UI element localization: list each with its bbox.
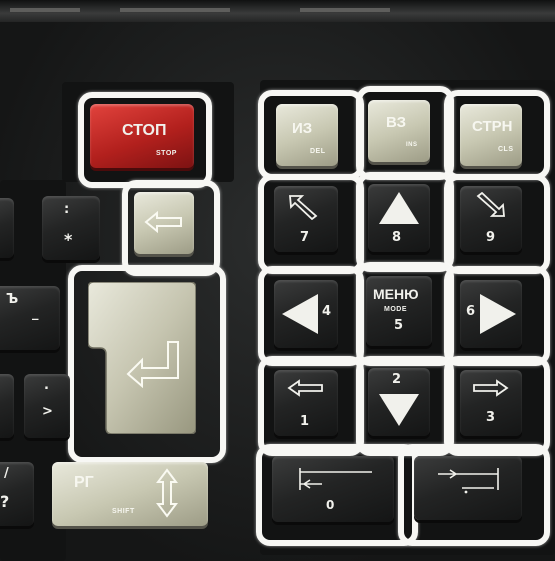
panel-vent-slot bbox=[300, 8, 390, 12]
numpad-9-digit: 9 bbox=[486, 230, 496, 245]
numpad-5-digit: 5 bbox=[394, 318, 404, 333]
numpad-5-label: МЕНЮ bbox=[373, 286, 419, 302]
panel-vent-slot bbox=[10, 8, 80, 12]
numpad-8-digit: 8 bbox=[392, 230, 402, 245]
enter-arrow-icon bbox=[124, 338, 188, 388]
hard-sign-underscore-key[interactable]: Ъ _ bbox=[0, 286, 60, 350]
period-greater-key-top: . bbox=[44, 378, 49, 393]
partial-key[interactable] bbox=[0, 198, 14, 258]
panel-vent-slot bbox=[120, 8, 230, 12]
shift-key-sublabel: SHIFT bbox=[112, 508, 135, 515]
cls-key-sublabel: CLS bbox=[498, 146, 514, 153]
stop-key-sublabel: STOP bbox=[156, 150, 177, 157]
colon-asterisk-key[interactable]: : * bbox=[42, 196, 100, 260]
partial-key[interactable] bbox=[0, 374, 14, 438]
shift-key[interactable]: РГ SHIFT bbox=[52, 462, 208, 526]
numpad-7-digit: 7 bbox=[300, 230, 310, 245]
enter-key[interactable] bbox=[88, 282, 196, 434]
numpad-0-digit: 0 bbox=[326, 498, 335, 512]
numpad-4-digit: 4 bbox=[322, 304, 332, 319]
numpad-6-digit: 6 bbox=[466, 304, 476, 319]
numpad-5-mode-key[interactable]: МЕНЮ MODE 5 bbox=[366, 276, 432, 346]
stop-key-label: СТОП bbox=[122, 122, 167, 139]
numpad-3-key[interactable]: 3 bbox=[460, 370, 522, 436]
period-greater-key[interactable]: . > bbox=[24, 374, 70, 438]
right-triangle-icon bbox=[478, 292, 518, 336]
line-to-end-icon bbox=[436, 466, 502, 496]
stop-key[interactable]: СТОП STOP bbox=[90, 104, 194, 168]
down-triangle-icon bbox=[377, 392, 421, 428]
shift-key-label: РГ bbox=[74, 474, 94, 491]
slash-question-key-top: / bbox=[4, 466, 9, 481]
period-greater-key-bottom: > bbox=[42, 404, 53, 419]
cls-key-label: СТРН bbox=[472, 118, 513, 135]
ins-key[interactable]: ВЗ INS bbox=[368, 100, 430, 162]
numpad-8-key[interactable]: 8 bbox=[368, 184, 430, 252]
numpad-6-key[interactable]: 6 bbox=[460, 280, 522, 348]
del-key-sublabel: DEL bbox=[310, 148, 326, 155]
left-triangle-icon bbox=[280, 292, 320, 336]
hard-sign-underscore-key-top: Ъ bbox=[6, 292, 19, 307]
numpad-7-key[interactable]: 7 bbox=[274, 186, 338, 252]
numpad-4-key[interactable]: 4 bbox=[274, 280, 338, 348]
down-right-arrow-icon bbox=[474, 192, 508, 220]
ins-key-label: ВЗ bbox=[386, 114, 407, 131]
numpad-1-digit: 1 bbox=[300, 414, 310, 429]
left-arrow-icon bbox=[286, 378, 326, 398]
right-arrow-icon bbox=[470, 378, 510, 398]
hard-sign-underscore-key-bottom: _ bbox=[32, 306, 39, 321]
numpad-5-sublabel: MODE bbox=[384, 306, 407, 313]
numpad-0-key[interactable]: 0 bbox=[272, 456, 394, 522]
keyboard-top-panel bbox=[0, 0, 555, 22]
cls-key[interactable]: СТРН CLS bbox=[460, 104, 522, 166]
del-key-label: ИЗ bbox=[292, 120, 313, 137]
ins-key-sublabel: INS bbox=[406, 142, 418, 148]
line-to-start-icon bbox=[296, 466, 376, 492]
colon-asterisk-key-bottom: * bbox=[64, 230, 73, 249]
del-key[interactable]: ИЗ DEL bbox=[276, 104, 338, 166]
up-down-arrow-icon bbox=[156, 468, 178, 518]
numpad-1-key[interactable]: 1 bbox=[274, 370, 338, 436]
slash-question-key-bottom: ? bbox=[0, 492, 10, 511]
colon-asterisk-key-top: : bbox=[64, 202, 70, 217]
numpad-2-digit: 2 bbox=[392, 372, 402, 387]
numpad-3-digit: 3 bbox=[486, 410, 496, 425]
numpad-9-key[interactable]: 9 bbox=[460, 186, 522, 252]
numpad-2-key[interactable]: 2 bbox=[368, 368, 430, 436]
left-arrow-icon bbox=[143, 210, 185, 234]
backspace-key[interactable] bbox=[134, 192, 194, 254]
up-triangle-icon bbox=[377, 190, 421, 226]
slash-question-key[interactable]: / ? bbox=[0, 462, 34, 526]
line-end-key[interactable] bbox=[414, 456, 522, 520]
up-left-arrow-icon bbox=[286, 192, 320, 220]
